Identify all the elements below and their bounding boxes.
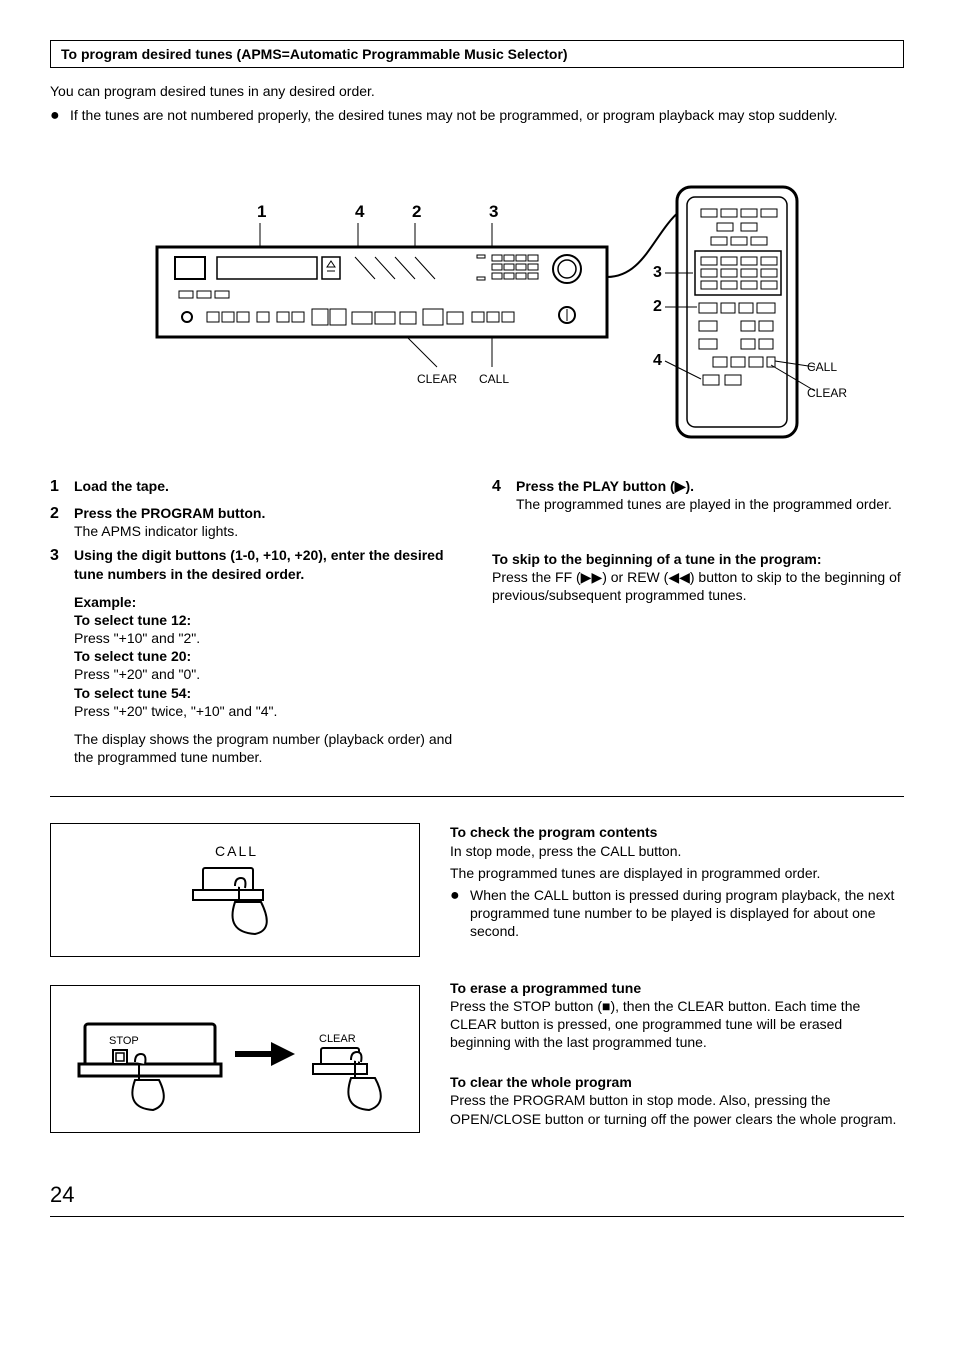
clearall-head: To clear the whole program — [450, 1073, 904, 1091]
check-bullet-text: When the CALL button is pressed during p… — [470, 886, 904, 941]
step-4-sub: The programmed tunes are played in the p… — [516, 495, 904, 513]
main-diagram: 1 4 2 3 CLEAR CALL — [50, 147, 904, 447]
ex1-body: Press "+10" and "2". — [74, 629, 462, 647]
step-3-tail: The display shows the program number (pl… — [74, 730, 462, 766]
callout-1: 1 — [257, 202, 266, 221]
step-2-num: 2 — [50, 504, 74, 540]
callout-4: 4 — [355, 202, 365, 221]
example-block: Example: To select tune 12: Press "+10" … — [74, 593, 462, 720]
step-3-num: 3 — [50, 546, 74, 582]
check-l2: The programmed tunes are displayed in pr… — [450, 864, 904, 882]
remote-callout-2: 2 — [653, 298, 662, 315]
remote-call-label: CALL — [807, 360, 837, 374]
example-label: Example: — [74, 593, 462, 611]
skip-section: To skip to the beginning of a tune in th… — [492, 550, 904, 605]
deck-call-label: CALL — [479, 372, 509, 386]
remote-callout-3: 3 — [653, 264, 662, 281]
clearall-body: Press the PROGRAM button in stop mode. A… — [450, 1091, 904, 1127]
lower-section: CALL STOP — [50, 823, 904, 1161]
lower-left-illustrations: CALL STOP — [50, 823, 420, 1161]
ex2-body: Press "+20" and "0". — [74, 665, 462, 683]
call-label: CALL — [215, 843, 258, 859]
section-title-box: To program desired tunes (APMS=Automatic… — [50, 40, 904, 68]
device-and-remote-diagram: 1 4 2 3 CLEAR CALL — [97, 147, 857, 447]
remote-clear-label: CLEAR — [807, 386, 847, 400]
call-illustration-box: CALL — [50, 823, 420, 957]
check-head: To check the program contents — [450, 823, 904, 841]
steps-left-col: 1 Load the tape. 2 Press the PROGRAM but… — [50, 477, 462, 766]
lower-right-text: To check the program contents In stop mo… — [450, 823, 904, 1161]
section-title: To program desired tunes (APMS=Automatic… — [61, 46, 568, 62]
ex1-head: To select tune 12: — [74, 611, 462, 629]
stop-clear-illustration-box: STOP CLEAR — [50, 985, 420, 1133]
ex3-head: To select tune 54: — [74, 684, 462, 702]
stop-label: STOP — [109, 1035, 139, 1047]
bullet-dot-icon: ● — [50, 106, 70, 127]
step-2-head: Press the PROGRAM button. — [74, 504, 462, 522]
page-number: 24 — [50, 1181, 904, 1210]
callout-3: 3 — [489, 202, 498, 221]
steps-right-col: 4 Press the PLAY button (▶). The program… — [492, 477, 904, 766]
remote-control-drawing: 3 2 4 CALL CLEAR — [653, 187, 847, 437]
skip-body: Press the FF (▶▶) or REW (◀◀) button to … — [492, 568, 904, 604]
step-1-num: 1 — [50, 477, 74, 498]
callout-2: 2 — [412, 202, 421, 221]
skip-head: To skip to the beginning of a tune in th… — [492, 550, 904, 568]
note-bullet-text: If the tunes are not numbered properly, … — [70, 106, 904, 127]
step-2-sub: The APMS indicator lights. — [74, 522, 462, 540]
erase-head: To erase a programmed tune — [450, 979, 904, 997]
intro-text: You can program desired tunes in any des… — [50, 82, 904, 100]
clear-label: CLEAR — [319, 1033, 356, 1045]
step-3-head: Using the digit buttons (1-0, +10, +20),… — [74, 546, 462, 582]
steps-columns: 1 Load the tape. 2 Press the PROGRAM but… — [50, 477, 904, 766]
check-l1: In stop mode, press the CALL button. — [450, 842, 904, 860]
step-3: 3 Using the digit buttons (1-0, +10, +20… — [50, 546, 462, 582]
stop-clear-illustration: STOP CLEAR — [65, 1004, 405, 1114]
step-1-head: Load the tape. — [74, 477, 462, 495]
call-illustration: CALL — [135, 842, 335, 938]
page-footer-rule — [50, 1216, 904, 1217]
check-bullet-row: ● When the CALL button is pressed during… — [450, 886, 904, 941]
ex3-body: Press "+20" twice, "+10" and "4". — [74, 702, 462, 720]
erase-body: Press the STOP button (■), then the CLEA… — [450, 997, 904, 1052]
section-divider — [50, 796, 904, 797]
step-4-num: 4 — [492, 477, 516, 513]
step-4-head: Press the PLAY button (▶). — [516, 477, 904, 495]
deck-clear-label: CLEAR — [417, 372, 457, 386]
step-1: 1 Load the tape. — [50, 477, 462, 498]
note-bullet-row: ● If the tunes are not numbered properly… — [50, 106, 904, 127]
step-2: 2 Press the PROGRAM button. The APMS ind… — [50, 504, 462, 540]
ex2-head: To select tune 20: — [74, 647, 462, 665]
step-4: 4 Press the PLAY button (▶). The program… — [492, 477, 904, 513]
remote-callout-4: 4 — [653, 352, 662, 369]
check-bullet-dot-icon: ● — [450, 886, 470, 941]
